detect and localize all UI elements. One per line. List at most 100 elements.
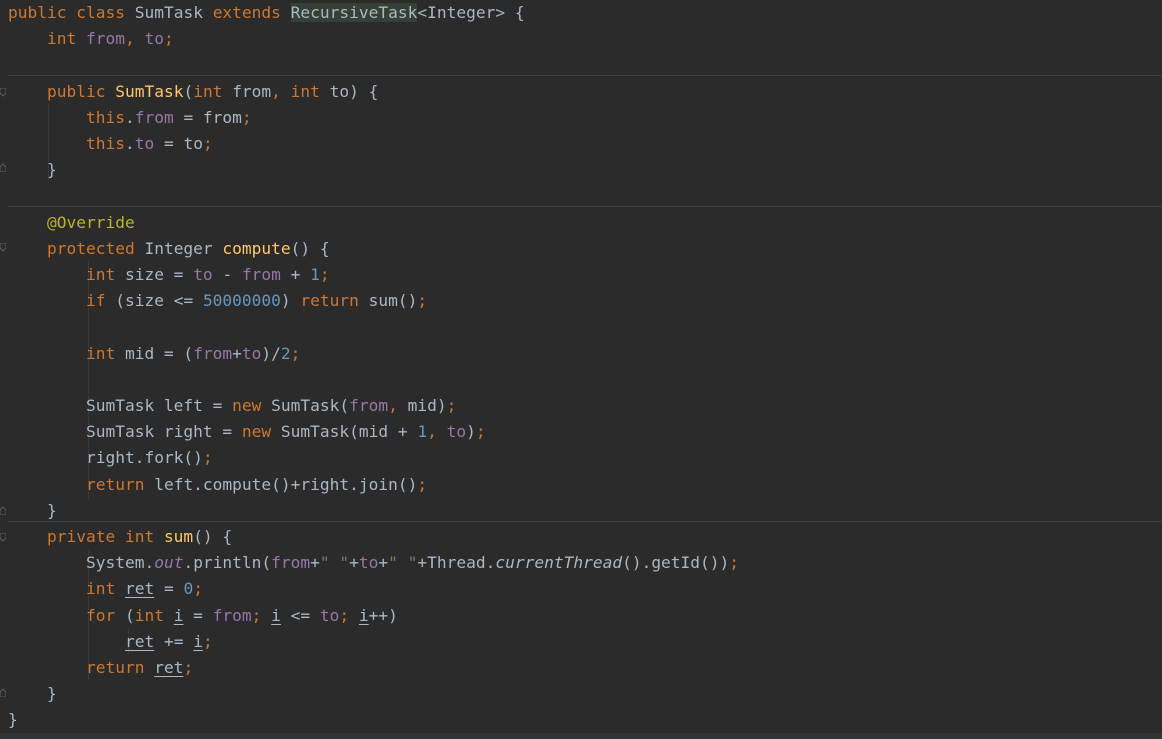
code-token: return	[85, 658, 155, 677]
fold-close-icon[interactable]	[0, 506, 6, 515]
code-token: out	[154, 553, 184, 573]
code-line[interactable]: }	[8, 707, 18, 733]
code-token: " "	[319, 553, 350, 573]
code-token: ,	[124, 29, 145, 49]
code-line[interactable]: private int sum() {	[8, 524, 232, 550]
code-token: Integer	[144, 238, 223, 258]
code-line[interactable]: int mid = (from+to)/2;	[8, 341, 300, 367]
code-line[interactable]: return left.compute()+right.join();	[8, 472, 427, 498]
code-line[interactable]: this.from = from;	[8, 105, 252, 131]
code-token: extends	[212, 3, 291, 22]
code-line[interactable]: SumTask right = new SumTask(mid + 1, to)…	[8, 419, 486, 445]
code-token: compute	[222, 238, 291, 258]
code-token: = from	[183, 107, 242, 127]
code-token: ,	[271, 81, 291, 101]
code-token: from	[271, 553, 311, 573]
code-token: }	[8, 710, 18, 730]
code-token: ;	[202, 134, 213, 153]
code-token: return	[85, 474, 155, 494]
code-token: () {	[193, 527, 233, 546]
fold-open-icon[interactable]	[0, 88, 6, 97]
fold-close-icon[interactable]	[0, 688, 6, 697]
code-token: +	[232, 343, 242, 363]
code-token: from	[349, 396, 389, 415]
code-token: to) {	[329, 81, 379, 101]
code-token: SumTask(	[271, 396, 350, 415]
code-token: <=	[280, 605, 320, 625]
code-token: ;	[290, 343, 301, 363]
code-line[interactable]: System.out.println(from+" "+to+" "+Threa…	[8, 550, 739, 576]
code-token: from	[212, 605, 252, 625]
code-token: +	[349, 553, 359, 573]
code-token: )	[280, 291, 301, 311]
code-token: (size <=	[115, 291, 203, 311]
code-editor[interactable]: public class SumTask extends RecursiveTa…	[0, 0, 1162, 739]
code-token: from	[232, 81, 272, 101]
code-line[interactable]: }	[8, 681, 57, 707]
method-separator	[8, 521, 1162, 522]
code-token: size =	[124, 265, 194, 284]
code-line[interactable]: public class SumTask extends RecursiveTa…	[8, 0, 525, 26]
code-token: int	[85, 579, 125, 599]
code-token: ;	[202, 631, 213, 651]
code-line[interactable]: ret += i;	[8, 629, 213, 655]
fold-open-icon[interactable]	[0, 243, 6, 252]
code-token: }	[46, 684, 57, 704]
code-token: this	[85, 107, 125, 127]
code-line[interactable]: return ret;	[8, 655, 193, 681]
code-line[interactable]: @Override	[8, 210, 135, 236]
code-line[interactable]: }	[8, 498, 57, 524]
code-line[interactable]: for (int i = from; i <= to; i++)	[8, 603, 398, 629]
code-line[interactable]: }	[8, 157, 57, 183]
code-token: .println(	[183, 553, 272, 573]
code-token: to	[193, 265, 223, 284]
code-line[interactable]: int from, to;	[8, 26, 174, 52]
code-token: ret	[124, 631, 155, 651]
code-token: 1	[310, 265, 320, 284]
code-token: SumTask right =	[85, 422, 242, 442]
code-token: System.	[85, 553, 155, 573]
code-token: +Thread.	[417, 553, 496, 573]
code-token: ;	[193, 579, 203, 599]
code-line[interactable]: public SumTask(int from, int to) {	[8, 79, 378, 105]
fold-open-icon[interactable]	[0, 533, 6, 542]
horizontal-scrollbar[interactable]	[0, 733, 1162, 739]
code-token: ;	[163, 29, 174, 49]
code-line[interactable]: int ret = 0;	[8, 576, 203, 602]
code-line[interactable]: if (size <= 50000000) return sum();	[8, 288, 427, 314]
code-token: return	[300, 291, 369, 311]
code-line[interactable]: right.fork();	[8, 445, 213, 471]
code-token: for	[85, 605, 125, 625]
code-line[interactable]: int size = to - from + 1;	[8, 262, 330, 288]
code-token: (	[124, 605, 135, 625]
code-line[interactable]: SumTask left = new SumTask(from, mid);	[8, 393, 456, 419]
code-token: }	[46, 160, 57, 180]
code-token: this	[85, 134, 125, 153]
code-token: )	[466, 422, 476, 442]
code-token: SumTask(mid +	[280, 422, 418, 442]
code-token: ret	[154, 658, 184, 677]
code-token: " "	[388, 553, 418, 573]
code-token: -	[222, 265, 242, 284]
code-line[interactable]: protected Integer compute() {	[8, 236, 330, 262]
code-line[interactable]: this.to = to;	[8, 131, 213, 157]
code-token: ;	[729, 553, 740, 573]
code-token: to	[134, 134, 164, 153]
fold-close-icon[interactable]	[0, 163, 6, 172]
code-token: class	[76, 3, 135, 22]
code-token: )/	[261, 343, 281, 363]
code-token: .	[124, 134, 135, 153]
code-token: =	[154, 579, 184, 599]
code-token: mid = (	[124, 343, 194, 363]
